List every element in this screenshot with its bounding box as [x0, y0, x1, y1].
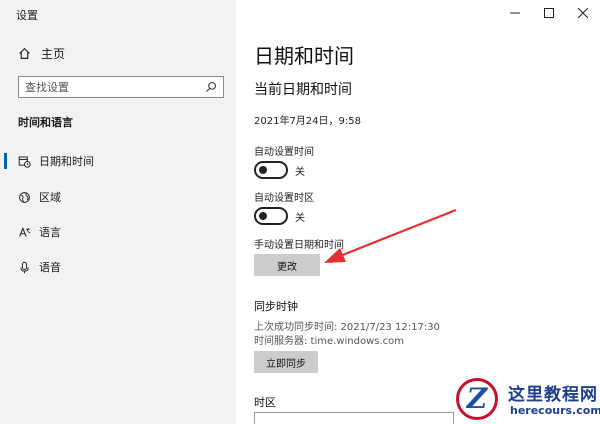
auto-timezone-row: 关	[254, 207, 305, 225]
home-nav-item[interactable]: 主页	[18, 44, 65, 62]
sidebar-item-label: 语音	[39, 261, 61, 274]
auto-time-label: 自动设置时间	[254, 147, 314, 158]
watermark-url: herecours.com	[510, 404, 600, 417]
timezone-dropdown[interactable]	[254, 412, 454, 424]
language-icon	[19, 226, 31, 237]
active-indicator	[4, 153, 7, 169]
sidebar-item-label: 区域	[39, 191, 61, 204]
timezone-label: 时区	[254, 396, 276, 409]
search-icon[interactable]	[205, 81, 217, 93]
watermark-name: 这里教程网	[508, 385, 598, 405]
calendar-clock-icon	[18, 156, 31, 168]
globe-region-icon	[19, 191, 30, 203]
auto-time-row: 关	[254, 161, 305, 179]
watermark-letter: Z	[466, 382, 488, 415]
sync-clock-heading: 同步时钟	[254, 300, 298, 313]
time-server-text: 时间服务器: time.windows.com	[254, 336, 405, 347]
toggle-knob	[259, 166, 267, 174]
page-title: 日期和时间	[254, 44, 354, 68]
sidebar-item-label: 日期和时间	[39, 155, 94, 168]
manual-datetime-label: 手动设置日期和时间	[254, 240, 344, 251]
auto-time-state: 关	[295, 166, 305, 178]
toggle-knob	[259, 212, 267, 220]
current-datetime-heading: 当前日期和时间	[254, 82, 352, 98]
sidebar-item-speech[interactable]: 语音	[18, 257, 228, 277]
current-datetime-value: 2021年7月24日，9:58	[254, 116, 361, 127]
sidebar: 设置 主页 时间和语言 日期和时间	[0, 0, 236, 424]
home-label: 主页	[41, 46, 66, 61]
change-button[interactable]: 更改	[254, 254, 320, 276]
auto-timezone-toggle[interactable]	[254, 207, 288, 225]
sidebar-item-label: 语言	[39, 226, 61, 239]
search-input[interactable]	[19, 79, 197, 95]
window-title: 设置	[16, 9, 38, 22]
sidebar-item-region[interactable]: 区域	[18, 187, 228, 207]
sync-now-button[interactable]: 立即同步	[254, 351, 318, 373]
home-icon	[19, 47, 30, 59]
watermark-emblem: Z	[456, 378, 498, 420]
watermark-logo: Z 这里教程网 herecours.com	[452, 374, 600, 424]
main-content: 日期和时间 当前日期和时间 2021年7月24日，9:58 自动设置时间 关 自…	[254, 0, 584, 424]
settings-window: 设置 主页 时间和语言 日期和时间	[0, 0, 600, 424]
section-title: 时间和语言	[18, 116, 73, 129]
sidebar-item-date-time[interactable]: 日期和时间	[4, 151, 228, 171]
auto-timezone-label: 自动设置时区	[254, 193, 314, 204]
auto-time-toggle[interactable]	[254, 161, 288, 179]
sidebar-item-language[interactable]: 语言	[18, 222, 228, 242]
last-sync-text: 上次成功同步时间: 2021/7/23 12:17:30	[254, 322, 440, 333]
microphone-icon	[20, 261, 29, 273]
auto-timezone-state: 关	[295, 212, 305, 224]
search-box[interactable]	[18, 76, 224, 98]
